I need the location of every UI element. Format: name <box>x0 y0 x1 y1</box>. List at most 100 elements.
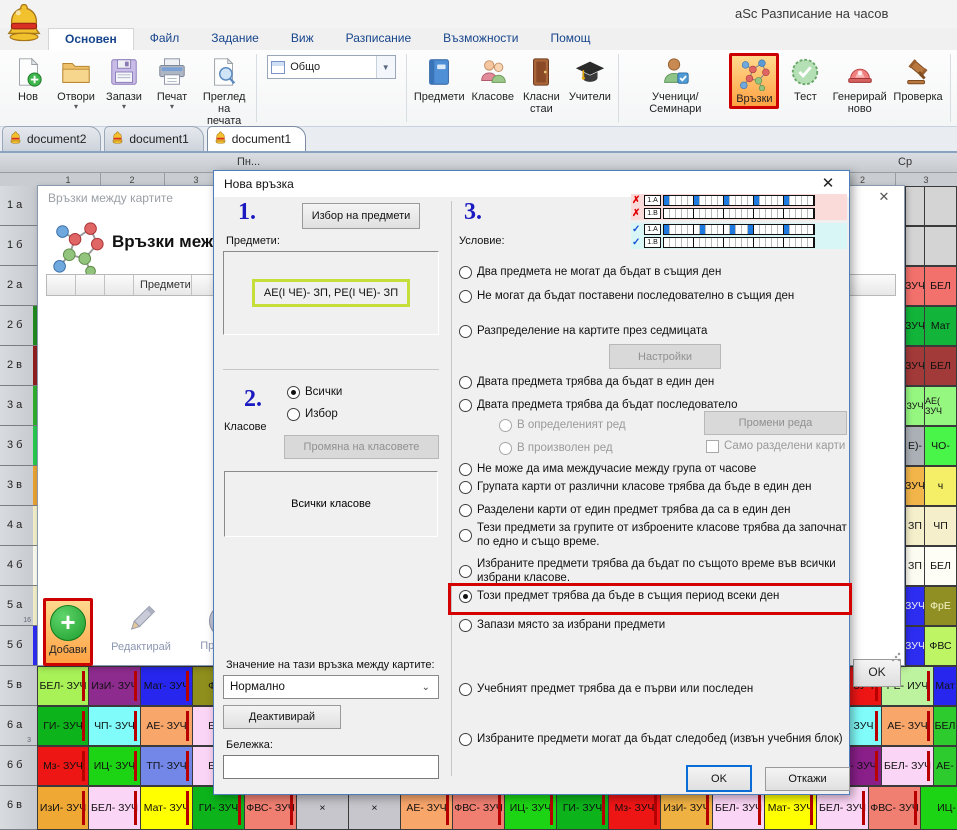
document-tab-active[interactable]: document1 <box>207 126 306 151</box>
timetable-cell[interactable]: ЗУЧ <box>905 346 925 386</box>
condition-radio-11[interactable] <box>459 619 472 632</box>
timetable-row-label[interactable]: 6 б <box>0 746 37 786</box>
links-ok-button[interactable]: OK <box>853 659 901 687</box>
classrooms-button[interactable]: Класни стаи <box>518 53 564 117</box>
timetable-cell[interactable]: ГИ- ЗУЧ <box>37 706 89 746</box>
teachers-button[interactable]: Учители <box>566 53 613 105</box>
timetable-cell[interactable]: АЕ- ЗУЧ <box>141 706 193 746</box>
timetable-row-label[interactable]: 5 в <box>0 666 37 706</box>
timetable-cell[interactable]: ИзИ- ЗУЧ <box>89 666 141 706</box>
condition-label-2[interactable]: Разпределение на картите през седмицата <box>477 324 707 338</box>
condition-label-6[interactable]: Групата карти от различни класове трябва… <box>477 480 812 494</box>
close-icon[interactable]: ✕ <box>813 173 843 195</box>
condition-label-0[interactable]: Два предмета не могат да бъдат в същия д… <box>477 265 721 279</box>
menu-tab[interactable]: Помощ <box>534 28 606 50</box>
resize-grip[interactable] <box>891 652 901 662</box>
timetable-row-label[interactable]: 6 а 3 <box>0 706 37 746</box>
timetable-cell[interactable]: ФрЕ <box>925 586 957 626</box>
timetable-cell[interactable]: ЧП <box>925 506 957 546</box>
test-button[interactable]: Тест <box>782 53 828 105</box>
document-tab[interactable]: document1 <box>104 126 203 151</box>
timetable-cell[interactable] <box>905 186 925 226</box>
cancel-button[interactable]: Откажи <box>765 767 850 791</box>
timetable-row-label[interactable]: 2 а <box>0 266 37 306</box>
close-icon[interactable]: ✕ <box>872 189 896 207</box>
condition-radio-13[interactable] <box>459 733 472 746</box>
condition-label-1[interactable]: Не могат да бъдат поставени последовател… <box>477 289 794 303</box>
select-subjects-button[interactable]: Избор на предмети <box>302 203 420 229</box>
condition-radio-9[interactable] <box>459 565 472 578</box>
note-input[interactable] <box>223 755 439 779</box>
order-fixed-label[interactable]: В определеният ред <box>517 418 626 432</box>
timetable-cell[interactable]: Мз- ЗУЧ <box>37 746 89 786</box>
timetable-cell[interactable]: ЗУЧ <box>905 266 925 306</box>
timetable-row-label[interactable]: 4 б <box>0 546 37 586</box>
menu-tab[interactable]: Основен <box>48 28 134 50</box>
timetable-cell[interactable]: ЗП <box>905 506 925 546</box>
timetable-cell[interactable]: ЧО- <box>925 426 957 466</box>
condition-label-11[interactable]: Запази място за избрани предмети <box>477 618 665 632</box>
timetable-cell[interactable]: ИЦ- ЗУЧ <box>89 746 141 786</box>
timetable-cell[interactable] <box>905 226 925 266</box>
timetable-cell[interactable]: ЗУЧ <box>905 466 925 506</box>
timetable-cell[interactable]: ЗУЧ <box>905 586 925 626</box>
timetable-cell[interactable] <box>925 186 957 226</box>
ok-button[interactable]: OK <box>686 765 752 792</box>
timetable-cell[interactable]: БЕЛ <box>925 546 957 586</box>
classes-pick-radio[interactable] <box>287 408 300 421</box>
condition-radio-10-selected[interactable] <box>459 590 472 603</box>
timetable-cell[interactable]: ТП- ЗУЧ <box>141 746 193 786</box>
timetable-cell[interactable]: Мат- ЗУЧ <box>141 786 193 830</box>
combo-arrow-icon[interactable]: ▼ <box>376 56 395 78</box>
condition-radio-6[interactable] <box>459 481 472 494</box>
settings-button[interactable]: Настройки <box>609 344 721 369</box>
condition-label-8[interactable]: Тези предмети за групите от изброените к… <box>477 521 849 549</box>
print-button[interactable]: Печат ▾ <box>149 53 195 112</box>
timetable-cell[interactable]: АЕ( ЗУЧ <box>925 386 957 426</box>
timetable-cell[interactable]: АЕ- ЗУЧ <box>882 706 934 746</box>
timetable-row-label[interactable]: 1 б <box>0 226 37 266</box>
condition-label-10[interactable]: Този предмет трябва да бъде в същия пери… <box>477 589 779 603</box>
condition-radio-4[interactable] <box>459 399 472 412</box>
condition-label-4[interactable]: Двата предмета трябва да бъдат последова… <box>477 398 738 412</box>
links-column-subjects[interactable]: Предмети <box>134 275 192 295</box>
timetable-row-label[interactable]: 3 а <box>0 386 37 426</box>
condition-radio-8[interactable] <box>459 529 472 542</box>
timetable-cell[interactable]: Мат <box>925 306 957 346</box>
timetable-cell[interactable]: ЗУЧ <box>905 306 925 346</box>
timetable-cell[interactable]: Мат <box>934 666 957 706</box>
print-preview-button[interactable]: Преглед на печата <box>197 53 251 129</box>
classes-button[interactable]: Класове <box>469 53 516 105</box>
timetable-cell[interactable]: ИзИ- ЗУЧ <box>37 786 89 830</box>
timetable-cell[interactable]: ЗП <box>905 546 925 586</box>
save-button[interactable]: Запази ▾ <box>101 53 147 112</box>
change-order-button[interactable]: Промени реда <box>704 411 847 435</box>
subjects-button[interactable]: Предмети <box>412 53 467 105</box>
condition-radio-12[interactable] <box>459 683 472 696</box>
menu-tab[interactable]: Разписание <box>330 28 428 50</box>
deactivate-button[interactable]: Деактивирай <box>223 705 341 729</box>
timetable-cell[interactable]: АЕ- <box>934 746 957 786</box>
timetable-cell[interactable]: БЕЛ <box>925 346 957 386</box>
check-button[interactable]: Проверка <box>891 53 945 105</box>
timetable-row-label[interactable]: 5 а 16 <box>0 586 37 626</box>
condition-radio-7[interactable] <box>459 504 472 517</box>
menu-tab[interactable]: Файл <box>134 28 196 50</box>
edit-link-button[interactable]: Редактирай <box>96 600 186 653</box>
change-classes-button[interactable]: Промяна на класовете <box>284 435 439 459</box>
timetable-cell[interactable]: БЕЛ <box>925 266 957 306</box>
timetable-cell[interactable]: Е)- <box>905 426 925 466</box>
timetable-cell[interactable]: БЕЛ- ЗУЧ <box>89 786 141 830</box>
classes-pick-label[interactable]: Избор <box>305 407 338 421</box>
timetable-row-label[interactable]: 2 в <box>0 346 37 386</box>
split-cards-label[interactable]: Само разделени карти <box>724 439 845 453</box>
timetable-cell[interactable]: ЗУЧ <box>845 706 882 746</box>
classes-all-label[interactable]: Всички <box>305 385 342 399</box>
timetable-row-label[interactable]: 4 а <box>0 506 37 546</box>
condition-radio-5[interactable] <box>459 463 472 476</box>
timetable-cell[interactable] <box>925 226 957 266</box>
new-button[interactable]: Нов <box>5 53 51 105</box>
timetable-row-label[interactable]: 5 б <box>0 626 37 666</box>
order-any-label[interactable]: В произволен ред <box>517 441 613 455</box>
menu-tab[interactable]: Виж <box>275 28 330 50</box>
